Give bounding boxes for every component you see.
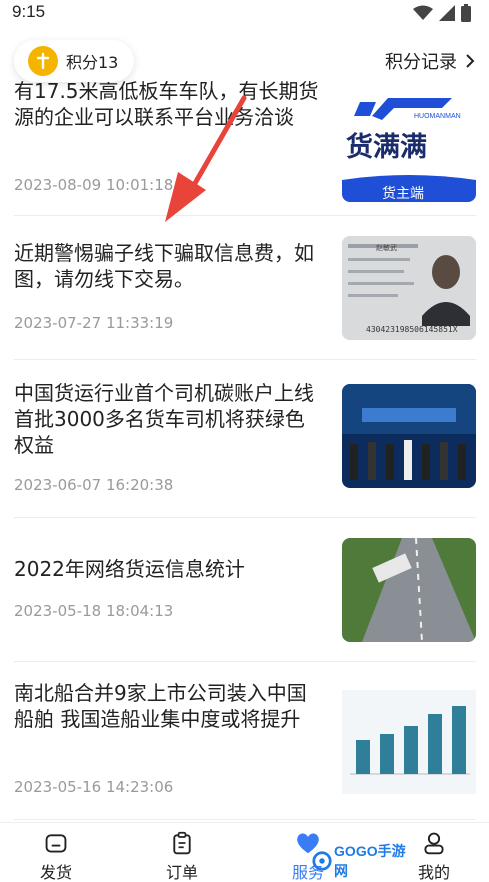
news-title: 南北船合并9家上市公司装入中国船舶 我国造船业集中度或将提升	[14, 681, 307, 731]
news-date: 2023-07-27 11:33:19	[14, 314, 174, 332]
news-text: 有17.5米高低板车车队，有长期货源的企业可以联系平台业务洽谈	[14, 79, 320, 130]
points-chip[interactable]: 积分13	[14, 40, 135, 82]
status-bar: 9:15	[0, 0, 489, 30]
watermark-logo-icon	[312, 851, 332, 871]
order-clipboard-icon	[173, 831, 191, 855]
news-text: 近期警惕骗子线下骗取信息费，如图，请勿线下交易。	[14, 240, 320, 292]
nav-label: 我的	[417, 863, 450, 882]
news-date: 2023-05-18 18:04:13	[14, 602, 174, 620]
news-text: 2022年网络货运信息统计	[14, 556, 320, 582]
nav-label: 订单	[165, 863, 198, 882]
news-thumbnail: HUOMANMAN 货满满 货主端	[342, 98, 476, 202]
news-title: 2022年网络货运信息统计	[14, 557, 245, 581]
signal-icon	[439, 5, 455, 21]
points-label: 积分13	[66, 53, 119, 72]
news-item[interactable]: 有17.5米高低板车车队，有长期货源的企业可以联系平台业务洽谈 2023-08-…	[14, 70, 476, 216]
nav-item-orders[interactable]: 订单	[142, 831, 222, 882]
news-title: 中国货运行业首个司机碳账户上线 首批3000多名货车司机将获绿色权益	[14, 381, 314, 457]
news-thumbnail: 赵敏武 430423198506145851X	[342, 236, 476, 340]
battery-icon	[461, 4, 471, 22]
news-text: 南北船合并9家上市公司装入中国船舶 我国造船业集中度或将提升	[14, 680, 320, 732]
thumb-id-name: 赵敏武	[376, 243, 397, 252]
news-thumbnail	[342, 384, 476, 488]
thumb-id-number: 430423198506145851X	[366, 325, 458, 334]
status-time: 9:15	[12, 2, 46, 21]
wifi-icon	[413, 5, 433, 20]
news-date: 2023-06-07 16:20:38	[14, 476, 174, 494]
news-item[interactable]: 2022年网络货运信息统计 2023-05-18 18:04:13	[14, 518, 476, 662]
news-title: 近期警惕骗子线下骗取信息费，如图，请勿线下交易。	[14, 241, 314, 291]
nav-label: 发货	[39, 863, 72, 882]
thumb-brand-cn: 货满满	[346, 131, 427, 163]
shipping-icon	[45, 834, 67, 853]
status-icons	[413, 4, 471, 22]
bottom-nav: 发货 订单 服务 我的	[0, 822, 489, 882]
news-date: 2023-05-16 14:23:06	[14, 778, 174, 796]
points-record-link[interactable]: 积分记录	[385, 48, 475, 74]
news-date: 2023-08-09 10:01:18	[14, 176, 174, 194]
coin-icon	[28, 46, 58, 76]
news-title: 有17.5米高低板车车队，有长期货源的企业可以联系平台业务洽谈	[14, 79, 319, 129]
news-thumbnail	[342, 538, 476, 642]
watermark-text: GOGO手游网	[334, 843, 406, 879]
news-thumbnail	[342, 690, 476, 794]
news-item[interactable]: 近期警惕骗子线下骗取信息费，如图，请勿线下交易。 2023-07-27 11:3…	[14, 216, 476, 360]
nav-item-shipping[interactable]: 发货	[16, 831, 96, 882]
news-text: 中国货运行业首个司机碳账户上线 首批3000多名货车司机将获绿色权益	[14, 380, 320, 458]
points-record-label: 积分记录	[385, 52, 457, 73]
thumb-brand-en: HUOMANMAN	[414, 113, 461, 120]
thumb-brand-sub: 货主端	[382, 185, 424, 202]
news-item[interactable]: 中国货运行业首个司机碳账户上线 首批3000多名货车司机将获绿色权益 2023-…	[14, 360, 476, 518]
chevron-right-icon	[466, 54, 475, 68]
news-item[interactable]: 南北船合并9家上市公司装入中国船舶 我国造船业集中度或将提升 2023-05-1…	[14, 662, 476, 820]
watermark: GOGO手游网	[312, 843, 412, 879]
profile-icon	[424, 832, 444, 855]
